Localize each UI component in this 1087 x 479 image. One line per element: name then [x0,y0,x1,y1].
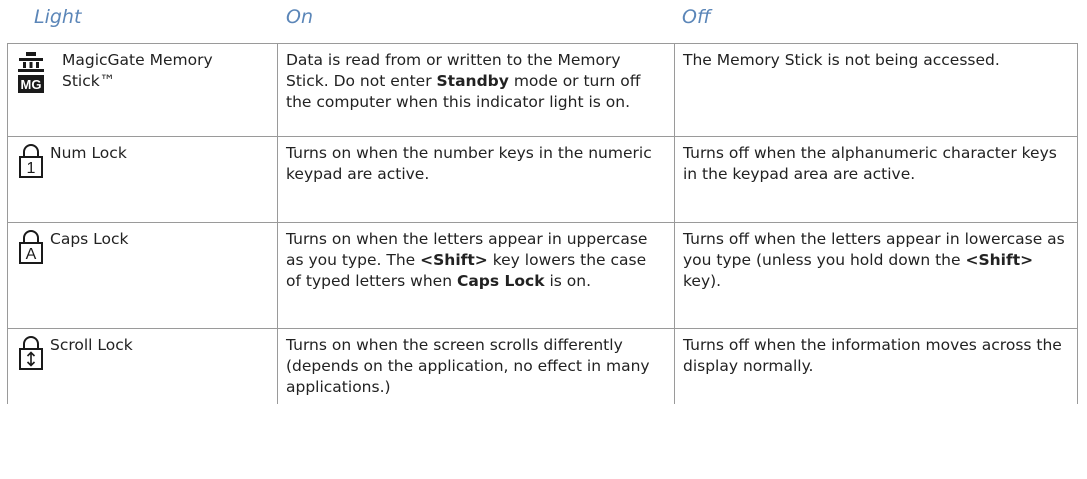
header-off: Off [682,6,711,28]
header-light: Light [34,6,82,28]
table-row: A Caps Lock Turns on when the letters ap… [7,222,1078,329]
on-cell: Turns on when the letters appear in uppe… [277,222,675,329]
light-cell: A Caps Lock [7,222,278,329]
text-run: The Memory Stick is not being accessed. [683,51,1000,69]
caps-lock-icon: A [16,229,46,271]
off-cell: Turns off when the letters appear in low… [674,222,1078,329]
num-lock-icon: 1 [16,143,46,185]
svg-text:MG: MG [21,77,42,92]
light-name: MagicGate Memory Stick™ [62,51,213,90]
off-cell: Turns off when the alphanumeric characte… [674,136,1078,223]
light-cell: Scroll Lock [7,328,278,404]
text-run: Turns off when the information moves acr… [683,336,1062,375]
light-name: Num Lock [50,144,127,162]
svg-text:A: A [26,246,37,263]
table-row: Scroll Lock Turns on when the screen scr… [7,328,1078,404]
magicgate-icon: MG [16,50,46,102]
light-name: Caps Lock [50,230,129,248]
svg-text:1: 1 [27,160,36,177]
text-run: Turns on when the number keys in the num… [286,144,652,183]
header-on: On [286,6,313,28]
scroll-lock-icon [16,335,46,377]
light-name: Scroll Lock [50,336,133,354]
on-cell: Turns on when the screen scrolls differe… [277,328,675,404]
table-row: MG MagicGate Memory Stick™ Data is read … [7,43,1078,137]
light-cell: 1 Num Lock [7,136,278,223]
table-header: Light On Off [0,6,1087,36]
table-row: 1 Num Lock Turns on when the number keys… [7,136,1078,223]
bold-text: <Shift> [965,251,1034,269]
text-run: Turns on when the screen scrolls differe… [286,336,650,396]
text-run: key). [683,272,722,290]
light-cell: MG MagicGate Memory Stick™ [7,43,278,137]
indicator-table: MG MagicGate Memory Stick™ Data is read … [7,43,1078,404]
indicator-lights-page: Light On Off MG MagicGate Memory Stick™ … [0,0,1087,479]
bold-text: <Shift> [420,251,488,269]
bold-text: Caps Lock [456,272,545,290]
on-cell: Turns on when the number keys in the num… [277,136,675,223]
off-cell: The Memory Stick is not being accessed. [674,43,1078,137]
on-cell: Data is read from or written to the Memo… [277,43,675,137]
bold-text: Standby [436,72,509,90]
text-run: Turns off when the alphanumeric characte… [683,144,1057,183]
off-cell: Turns off when the information moves acr… [674,328,1078,404]
text-run: is on. [544,272,592,290]
